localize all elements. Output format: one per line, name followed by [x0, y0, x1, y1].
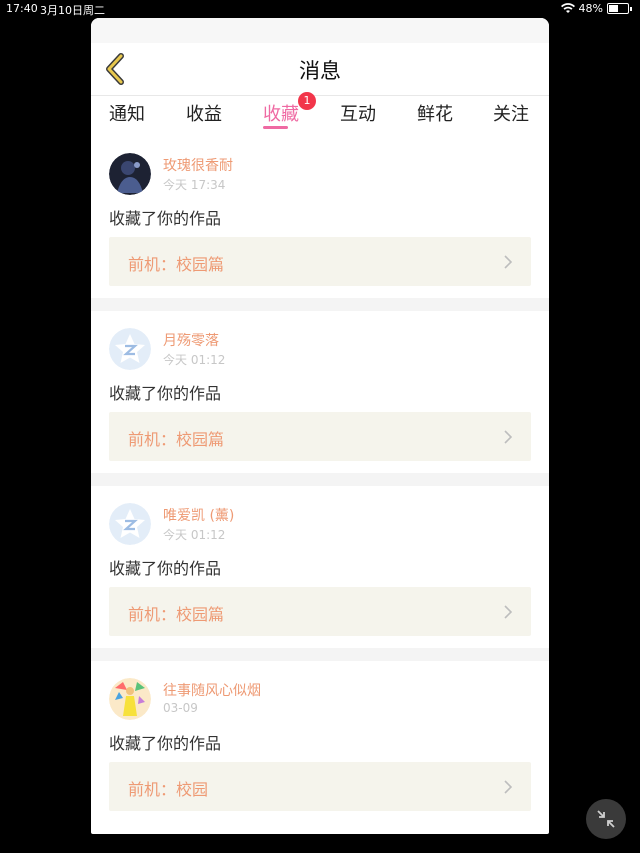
status-time: 17:40 — [6, 2, 38, 15]
avatar[interactable] — [109, 328, 151, 370]
message-list: 玫瑰很香耐 今天 17:34 收藏了你的作品 前机：校园篇 月殇零落 今天 01… — [91, 136, 549, 823]
collapse-window-button[interactable] — [586, 799, 626, 839]
card-separator — [91, 473, 549, 486]
status-date: 3月10日周二 — [40, 4, 105, 17]
message-time: 今天 01:12 — [163, 528, 226, 542]
page-title: 消息 — [299, 59, 341, 83]
colorful-illustration-avatar-icon — [109, 678, 151, 720]
action-text: 收藏了你的作品 — [109, 559, 222, 578]
status-right: 48% — [560, 2, 632, 15]
tab-flowers[interactable]: 鲜花 — [405, 100, 465, 126]
work-title: 前机：校园篇 — [128, 430, 225, 449]
battery-icon — [607, 3, 629, 14]
default-star-avatar-icon — [109, 503, 151, 545]
tab-notice[interactable]: 通知 — [97, 100, 157, 126]
action-text: 收藏了你的作品 — [109, 384, 222, 403]
message-card: 玫瑰很香耐 今天 17:34 收藏了你的作品 前机：校园篇 — [91, 136, 549, 298]
status-bar: 17:40 3月10日周二 48% — [0, 0, 640, 18]
work-link[interactable]: 前机：校园篇 — [109, 587, 531, 636]
tab-interaction[interactable]: 互动 — [328, 100, 388, 126]
battery-fill — [609, 5, 618, 12]
message-time: 今天 01:12 — [163, 353, 226, 367]
chevron-right-icon — [504, 255, 513, 269]
active-tab-underline — [263, 126, 288, 129]
collapse-arrows-icon — [597, 810, 615, 828]
avatar[interactable] — [109, 153, 151, 195]
wifi-icon — [560, 3, 575, 13]
card-separator — [91, 298, 549, 311]
user-name[interactable]: 往事随风心似烟 — [163, 680, 261, 700]
chevron-right-icon — [504, 780, 513, 794]
work-title: 前机：校园 — [128, 780, 209, 799]
battery-percent: 48% — [578, 2, 603, 15]
work-link[interactable]: 前机：校园篇 — [109, 412, 531, 461]
battery-cap — [630, 6, 632, 11]
dark-photo-avatar-icon — [109, 153, 151, 195]
tab-earnings[interactable]: 收益 — [174, 100, 234, 126]
work-link[interactable]: 前机：校园 — [109, 762, 531, 811]
nav-bar: 消息 — [91, 43, 549, 95]
user-name[interactable]: 玫瑰很香耐 — [163, 155, 233, 175]
nav-divider — [91, 95, 549, 96]
work-title: 前机：校园篇 — [128, 255, 225, 274]
user-name[interactable]: 唯爱凯 (薰) — [163, 505, 234, 525]
card-separator — [91, 648, 549, 661]
action-text: 收藏了你的作品 — [109, 734, 222, 753]
message-time: 03-09 — [163, 701, 198, 715]
tab-follow[interactable]: 关注 — [481, 100, 541, 126]
message-card: 月殇零落 今天 01:12 收藏了你的作品 前机：校园篇 — [91, 311, 549, 473]
avatar[interactable] — [109, 678, 151, 720]
tab-bar: 通知 收益 收藏 互动 鲜花 关注 1 — [91, 92, 549, 134]
message-card: 往事随风心似烟 03-09 收藏了你的作品 前机：校园 — [91, 661, 549, 823]
message-card: 唯爱凯 (薰) 今天 01:12 收藏了你的作品 前机：校园篇 — [91, 486, 549, 648]
work-title: 前机：校园篇 — [128, 605, 225, 624]
user-name[interactable]: 月殇零落 — [163, 330, 219, 350]
message-time: 今天 17:34 — [163, 178, 226, 192]
message-sheet: 消息 通知 收益 收藏 互动 鲜花 关注 1 玫瑰很香耐 今天 17:34 收藏… — [91, 18, 549, 834]
action-text: 收藏了你的作品 — [109, 209, 222, 228]
avatar[interactable] — [109, 503, 151, 545]
chevron-right-icon — [504, 605, 513, 619]
sheet-top-strip — [91, 18, 549, 43]
chevron-right-icon — [504, 430, 513, 444]
favorites-badge: 1 — [298, 92, 316, 110]
default-star-avatar-icon — [109, 328, 151, 370]
work-link[interactable]: 前机：校园篇 — [109, 237, 531, 286]
